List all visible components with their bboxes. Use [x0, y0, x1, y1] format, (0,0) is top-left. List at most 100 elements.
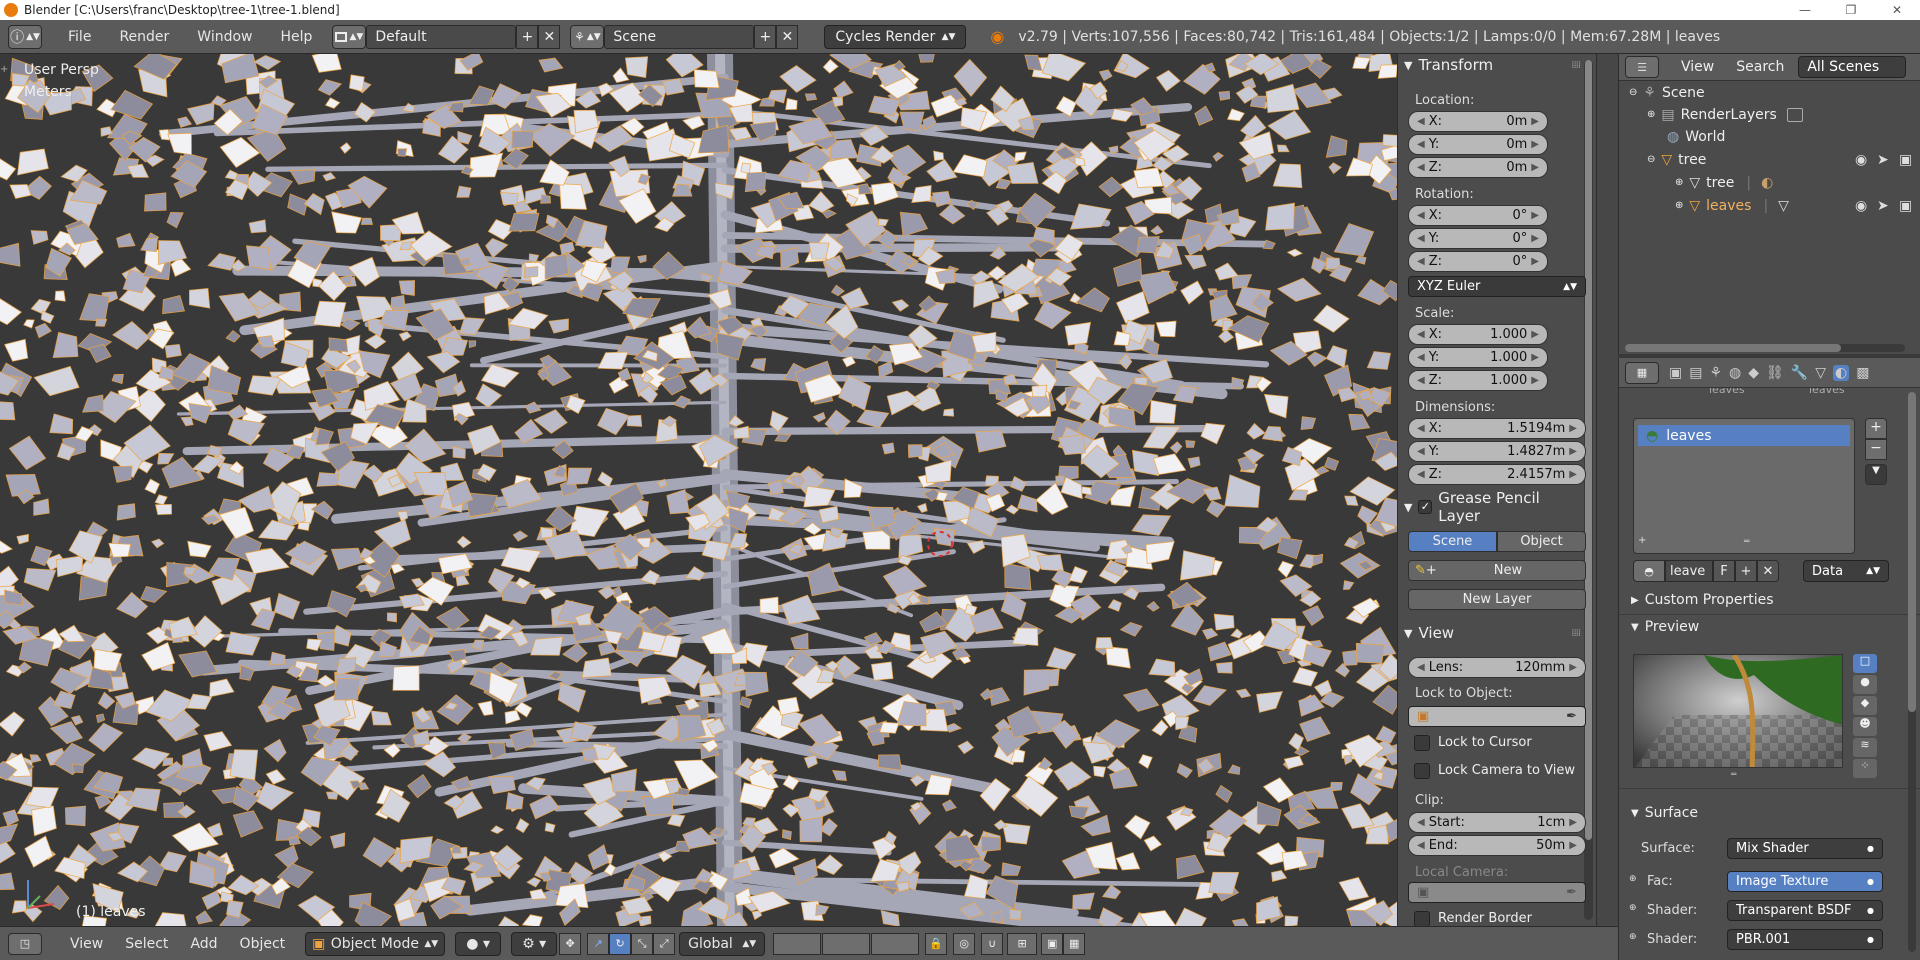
material-slot-item[interactable]: ◓ leaves	[1638, 425, 1850, 446]
material-browse-button[interactable]: ◓	[1633, 560, 1665, 582]
lock-layers-button[interactable]: 🔒	[925, 932, 948, 955]
expand-icon[interactable]: ⊕	[1647, 109, 1655, 120]
grease-pencil-new-button[interactable]: ✎ + New	[1408, 560, 1586, 581]
fac-socket-icon[interactable]: ⊕	[1629, 874, 1637, 884]
add-material-slot-button[interactable]: +	[1865, 418, 1887, 439]
rotation-z-field[interactable]: ◀ Z: 0° ▶	[1408, 251, 1548, 272]
texture-tab-icon[interactable]: ▩	[1856, 365, 1869, 381]
material-link-dropdown[interactable]: Data ▲▼	[1803, 560, 1889, 582]
translate-manipulator-button[interactable]: ↗	[587, 932, 610, 955]
lens-field[interactable]: ◀ Lens: 120mm ▶	[1408, 657, 1586, 678]
menu-select[interactable]: Select	[125, 936, 168, 952]
eyedropper-icon[interactable]: ✒	[1566, 709, 1577, 724]
layers-grid[interactable]	[773, 932, 920, 955]
constraints-tab-icon[interactable]: ⛓	[1766, 365, 1784, 381]
material-specials-button[interactable]: ▼	[1865, 464, 1887, 485]
snap-element-dropdown[interactable]: ⊞	[1007, 932, 1038, 955]
expand-icon[interactable]: ⊕	[1675, 200, 1683, 211]
outliner-editor-type-button[interactable]: ☰	[1625, 56, 1659, 78]
menu-window[interactable]: Window	[183, 29, 266, 45]
render-border-checkbox[interactable]	[1414, 911, 1430, 926]
mode-dropdown[interactable]: ▣ Object Mode ▲▼	[305, 931, 446, 956]
3d-viewport[interactable]: User Persp Meters + (1) leaves	[0, 54, 1397, 926]
dimensions-y-field[interactable]: ◀ Y: 1.4827m ▶	[1408, 441, 1586, 462]
transform-manipulator-button[interactable]: ⤢	[653, 932, 676, 955]
world-tab-icon[interactable]: ◍	[1729, 365, 1741, 381]
screen-layout-field[interactable]: Default	[366, 24, 517, 49]
eye-icon[interactable]: ◉	[1855, 198, 1867, 214]
layer-block-3[interactable]	[871, 932, 920, 955]
grease-pencil-checkbox[interactable]: ✓	[1418, 500, 1433, 514]
shader1-socket-icon[interactable]: ⊕	[1629, 903, 1637, 913]
properties-editor-type-button[interactable]: ▦	[1625, 361, 1659, 384]
lock-object-field[interactable]: ▣ ✒	[1408, 706, 1586, 727]
surface-shader-dropdown[interactable]: Mix Shader ●	[1727, 838, 1883, 859]
shader2-dropdown[interactable]: PBR.001 ●	[1727, 929, 1883, 950]
render-engine-dropdown[interactable]: Cycles Render ▲▼	[824, 24, 967, 49]
surface-panel-header[interactable]: ▼ Surface	[1631, 805, 1698, 821]
location-z-field[interactable]: ◀ Z: 0m ▶	[1408, 157, 1548, 178]
remove-material-slot-button[interactable]: −	[1865, 439, 1887, 460]
grease-pencil-scene-tab[interactable]: Scene	[1408, 531, 1497, 552]
menu-help[interactable]: Help	[266, 29, 326, 45]
clip-end-field[interactable]: ◀ End: 50m ▶	[1408, 835, 1586, 856]
object-tab-icon[interactable]: ◆	[1748, 365, 1759, 381]
grease-pencil-panel-header[interactable]: ▼ ✓ Grease Pencil Layer	[1404, 489, 1584, 525]
outliner-h-scrollbar[interactable]	[1625, 344, 1905, 352]
shelf-scrollbar[interactable]	[1584, 60, 1593, 920]
menu-render[interactable]: Render	[105, 29, 183, 45]
proportional-edit-button[interactable]: ◎	[953, 932, 976, 955]
lock-to-cursor-checkbox[interactable]	[1414, 735, 1430, 751]
delete-scene-button[interactable]: ✕	[776, 24, 799, 49]
transform-panel-header[interactable]: ▼ Transform	[1404, 54, 1584, 76]
viewport-shading-dropdown[interactable]: ● ▾	[455, 931, 502, 956]
menu-file[interactable]: File	[54, 29, 105, 45]
clip-start-field[interactable]: ◀ Start: 1cm ▶	[1408, 812, 1586, 833]
render-animation-button[interactable]: ▦	[1063, 932, 1086, 955]
grease-pencil-object-tab[interactable]: Object	[1497, 531, 1586, 552]
snap-toggle-button[interactable]: ∪	[981, 932, 1004, 955]
outliner-row-leaves[interactable]: ⊕ ▽ leaves | ▽ ◉ ➤ ▣	[1619, 195, 1920, 216]
cursor-icon[interactable]: ➤	[1877, 198, 1889, 214]
preview-panel-header[interactable]: ▼ Preview	[1631, 619, 1699, 635]
scale-x-field[interactable]: ◀ X: 1.000 ▶	[1408, 324, 1548, 345]
camera-render-icon[interactable]: ▣	[1899, 152, 1912, 168]
layer-block-1[interactable]	[773, 932, 822, 955]
material-tab-icon[interactable]: ◐	[1833, 364, 1850, 381]
outliner-row-world[interactable]: ◍ World	[1619, 126, 1920, 147]
preview-cube-button[interactable]: ◆	[1853, 696, 1877, 715]
pivot-point-dropdown[interactable]: ⚙ ▾	[511, 931, 558, 956]
toolshelf-toggle-icon[interactable]: +	[0, 64, 10, 75]
drag-grip-icon[interactable]: ⁞⁞⁞⁞	[1571, 628, 1581, 639]
list-resize-grip[interactable]: ═	[1744, 537, 1749, 547]
scale-manipulator-button[interactable]: ⤡	[631, 932, 654, 955]
minimize-button[interactable]: —	[1782, 0, 1828, 20]
scale-y-field[interactable]: ◀ Y: 1.000 ▶	[1408, 347, 1548, 368]
menu-view[interactable]: View	[70, 936, 103, 952]
dimensions-x-field[interactable]: ◀ X: 1.5194m ▶	[1408, 418, 1586, 439]
screen-layout-browse-button[interactable]: ▲▼	[332, 24, 367, 49]
properties-scrollbar[interactable]	[1908, 392, 1916, 952]
render-layers-tab-icon[interactable]: ▤	[1689, 365, 1702, 381]
menu-add[interactable]: Add	[190, 936, 217, 952]
outliner-view-menu[interactable]: View	[1681, 59, 1714, 75]
editor-type-button[interactable]: ⓘ ▲▼	[8, 24, 42, 49]
outliner-search-menu[interactable]: Search	[1736, 59, 1784, 75]
menu-object[interactable]: Object	[240, 936, 286, 952]
dimensions-z-field[interactable]: ◀ Z: 2.4157m ▶	[1408, 464, 1586, 485]
shader1-dropdown[interactable]: Transparent BSDF ●	[1727, 900, 1883, 921]
rotate-manipulator-button[interactable]: ↻	[609, 932, 632, 955]
rotation-x-field[interactable]: ◀ X: 0° ▶	[1408, 205, 1548, 226]
new-material-button[interactable]: +	[1735, 560, 1757, 582]
delete-screen-button[interactable]: ✕	[538, 24, 561, 49]
outliner-row-tree-mesh[interactable]: ⊕ ▽ tree | ◐	[1619, 172, 1920, 193]
expand-icon[interactable]: ⊕	[1675, 177, 1683, 188]
layer-block-2[interactable]	[822, 932, 871, 955]
preview-resize-grip[interactable]: ═	[1731, 770, 1736, 780]
outliner-row-renderlayers[interactable]: ⊕ ▤ RenderLayers	[1619, 104, 1920, 125]
outliner-filter-dropdown[interactable]: All Scenes	[1798, 56, 1907, 78]
preview-plane-button[interactable]: □	[1853, 654, 1877, 673]
preview-monkey-button[interactable]: ☻	[1853, 717, 1877, 736]
close-window-button[interactable]: ✕	[1874, 0, 1920, 20]
rotation-y-field[interactable]: ◀ Y: 0° ▶	[1408, 228, 1548, 249]
